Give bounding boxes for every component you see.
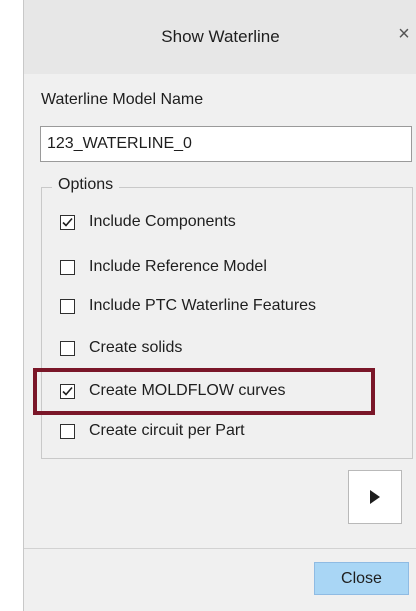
option-label: Create solids bbox=[89, 339, 183, 356]
option-label: Include PTC Waterline Features bbox=[89, 297, 317, 314]
title-bar: Show Waterline × bbox=[24, 0, 416, 74]
highlight-box bbox=[33, 368, 375, 415]
show-waterline-dialog: Show Waterline × Waterline Model Name Op… bbox=[23, 0, 416, 611]
checkbox[interactable] bbox=[60, 298, 75, 314]
option-include-ptc-waterline-features[interactable]: Include PTC Waterline Features bbox=[60, 294, 316, 318]
option-include-reference-model[interactable]: Include Reference Model bbox=[60, 255, 267, 279]
options-legend: Options bbox=[52, 176, 120, 194]
option-include-components[interactable]: Include Components bbox=[60, 210, 236, 234]
option-label: Include Reference Model bbox=[89, 258, 267, 275]
run-button[interactable] bbox=[348, 470, 402, 524]
checkmark-icon bbox=[62, 217, 73, 227]
close-button[interactable]: Close bbox=[314, 562, 409, 595]
checkbox[interactable] bbox=[60, 214, 75, 230]
checkbox[interactable] bbox=[60, 340, 75, 356]
play-arrow-icon bbox=[370, 490, 380, 504]
dialog-title: Show Waterline bbox=[161, 27, 280, 46]
footer-divider bbox=[24, 548, 416, 549]
checkbox[interactable] bbox=[60, 423, 75, 439]
close-icon[interactable]: × bbox=[394, 22, 414, 46]
option-create-solids[interactable]: Create solids bbox=[60, 336, 182, 360]
model-name-label: Waterline Model Name bbox=[41, 91, 204, 108]
option-label: Create circuit per Part bbox=[89, 422, 245, 439]
option-create-circuit-per-part[interactable]: Create circuit per Part bbox=[60, 419, 245, 443]
model-name-input[interactable] bbox=[40, 126, 412, 162]
checkbox[interactable] bbox=[60, 259, 75, 275]
option-label: Include Components bbox=[89, 213, 236, 230]
